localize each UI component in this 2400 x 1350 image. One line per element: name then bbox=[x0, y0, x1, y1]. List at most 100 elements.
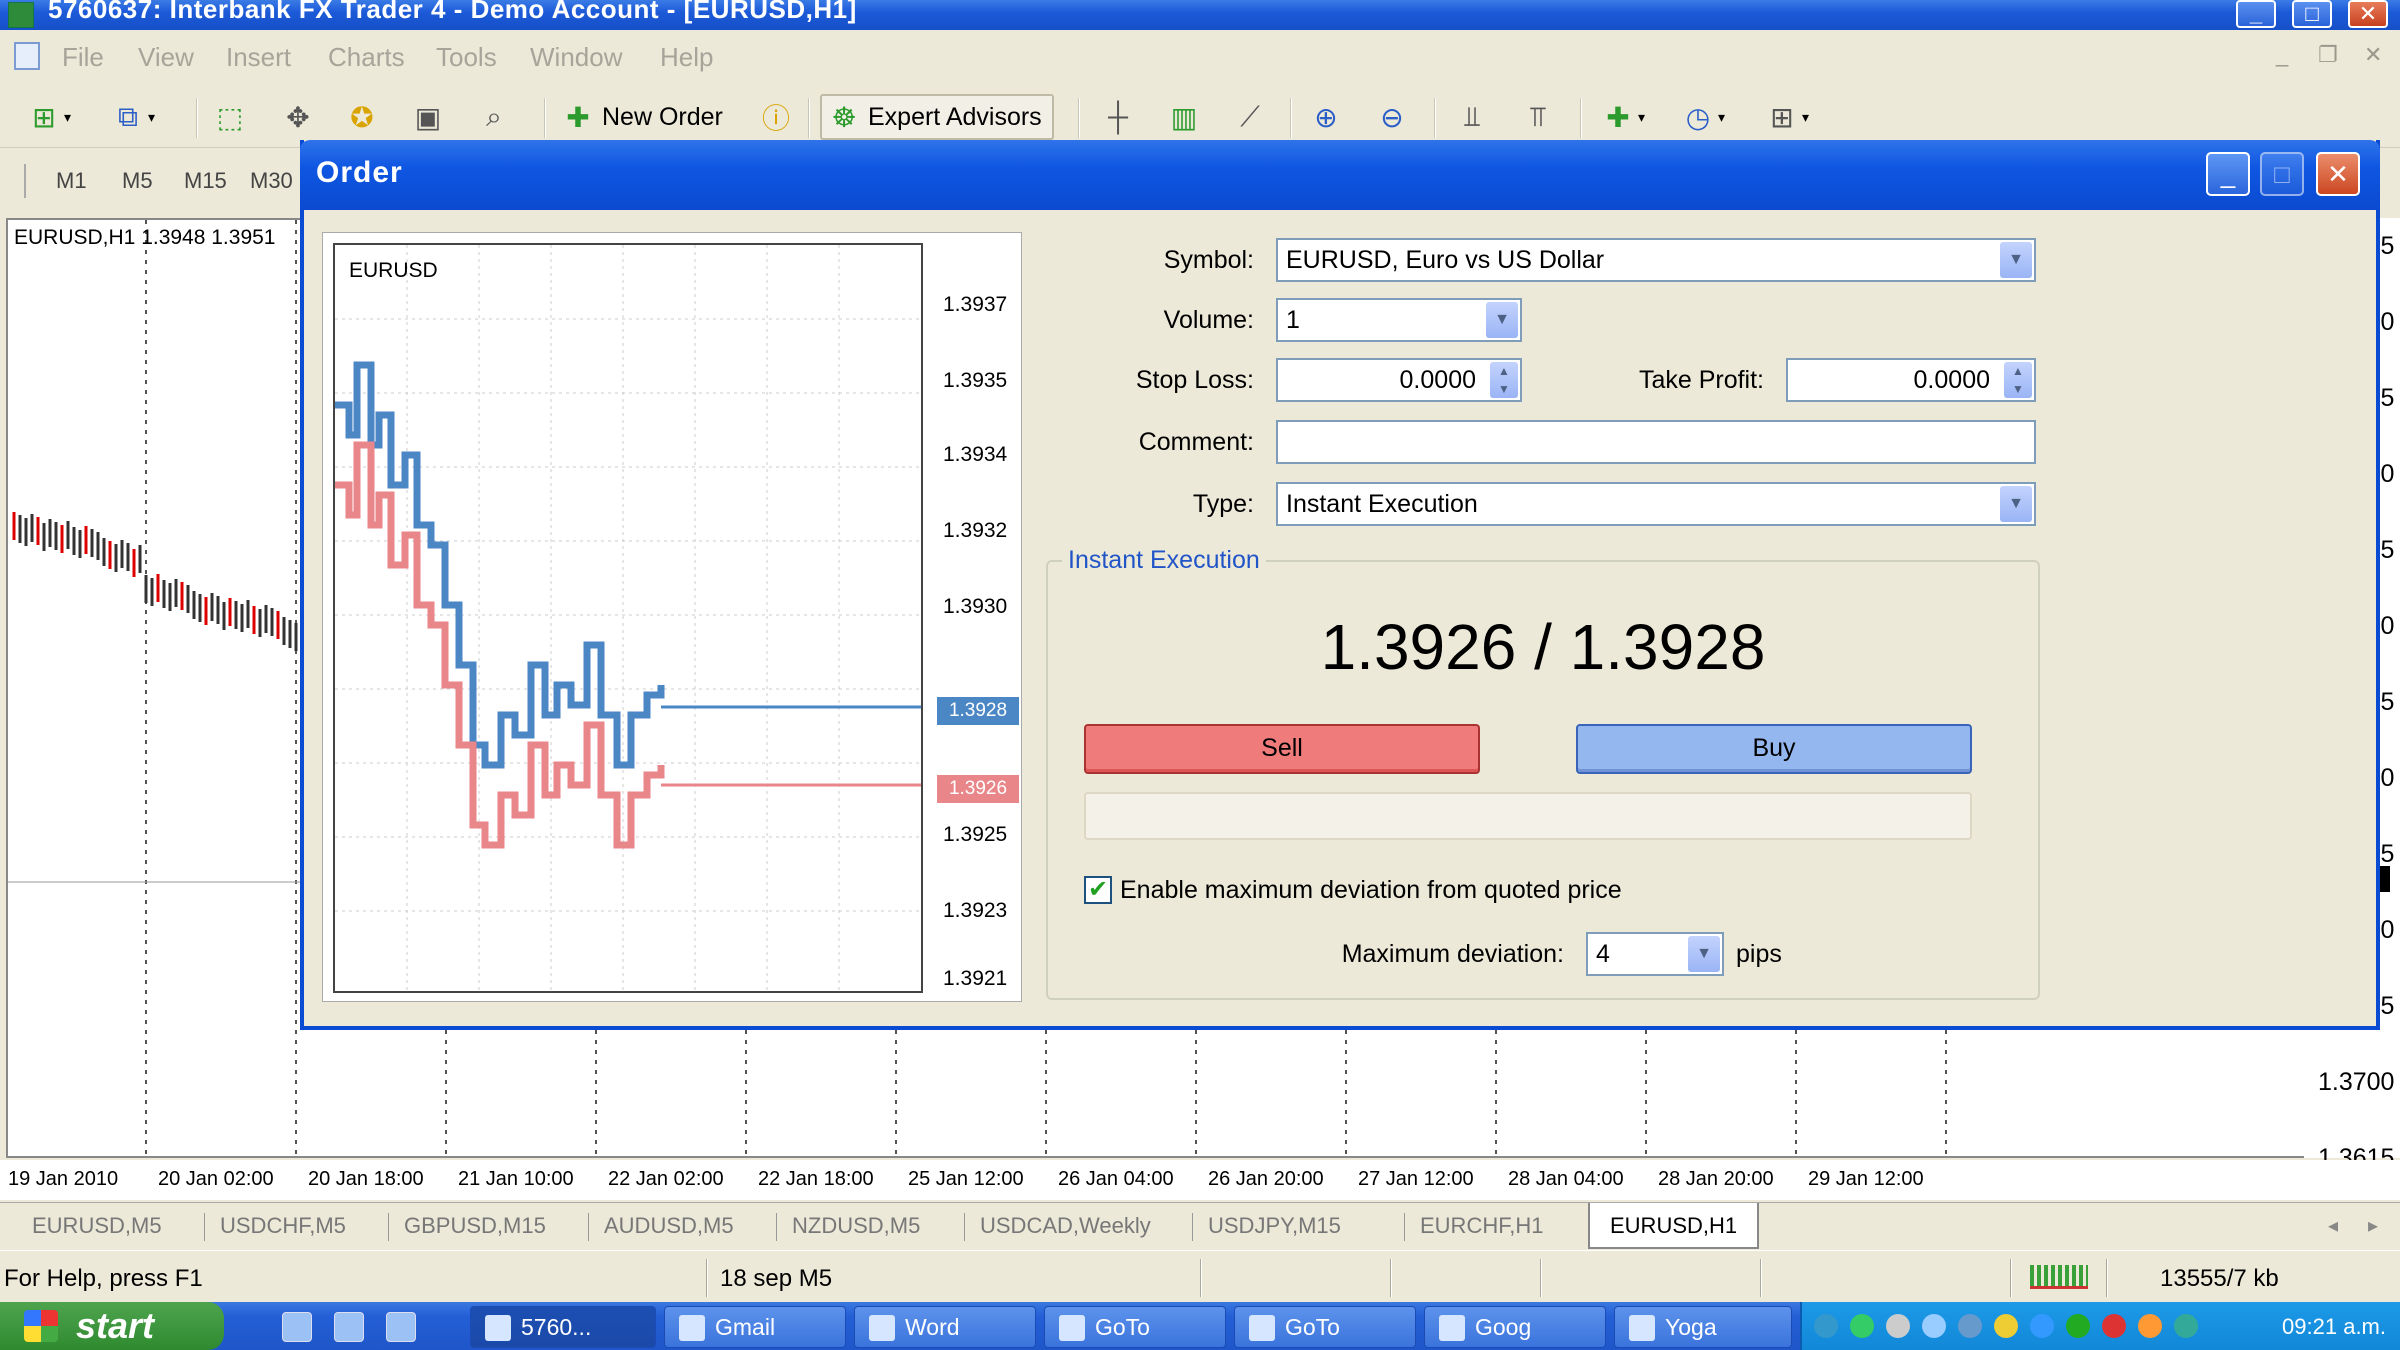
task-gmail[interactable]: Gmail bbox=[664, 1306, 846, 1348]
tray-update-icon[interactable] bbox=[2066, 1314, 2090, 1338]
chart-tab[interactable]: EURUSD,M5 bbox=[32, 1213, 162, 1239]
time-axis-label: 22 Jan 18:00 bbox=[758, 1168, 874, 1190]
order-dialog-title: Order bbox=[316, 156, 403, 189]
task-yoga[interactable]: Yoga bbox=[1614, 1306, 1792, 1348]
mdi-minimize-icon[interactable]: _ bbox=[2276, 42, 2288, 68]
indicators-icon: ✚ bbox=[1606, 101, 1630, 133]
tray-network-icon[interactable] bbox=[1814, 1314, 1838, 1338]
ask-tick-line bbox=[335, 361, 665, 769]
buy-button[interactable]: Buy bbox=[1576, 724, 1972, 774]
start-button[interactable]: start bbox=[0, 1302, 224, 1350]
chevron-down-icon[interactable]: ▼ bbox=[1688, 936, 1720, 972]
stop-loss-spinner[interactable]: ▲ ▼ bbox=[1490, 362, 1518, 398]
menu-tools[interactable]: Tools bbox=[436, 42, 497, 73]
chart-tab[interactable]: USDJPY,M15 bbox=[1208, 1213, 1341, 1239]
zoom-in-button[interactable]: ⊕ bbox=[1308, 94, 1344, 140]
tray-bluetooth-icon[interactable] bbox=[2030, 1314, 2054, 1338]
chevron-down-icon[interactable]: ▼ bbox=[1486, 302, 1518, 338]
chevron-down-icon[interactable]: ▼ bbox=[2000, 242, 2032, 278]
navigator-button[interactable]: ✪ bbox=[344, 94, 380, 140]
close-button[interactable]: ✕ bbox=[2348, 0, 2388, 28]
menu-view[interactable]: View bbox=[138, 42, 194, 73]
menu-charts[interactable]: Charts bbox=[328, 42, 405, 73]
period-m1[interactable]: M1 bbox=[56, 168, 87, 194]
app-icon bbox=[8, 2, 34, 28]
max-deviation-select[interactable]: 4 ▼ bbox=[1586, 932, 1724, 976]
tray-messenger-icon[interactable] bbox=[2138, 1314, 2162, 1338]
volume-combobox[interactable]: 1 ▼ bbox=[1276, 298, 1522, 342]
metaeditor-button[interactable]: ⓘ bbox=[758, 94, 794, 140]
line-chart-button[interactable]: ⟋ bbox=[1232, 94, 1268, 140]
tray-battery-icon[interactable] bbox=[2174, 1314, 2198, 1338]
chart-tab[interactable]: EURCHF,H1 bbox=[1420, 1213, 1543, 1239]
chevron-down-icon[interactable]: ▼ bbox=[2000, 486, 2032, 522]
zoom-out-button[interactable]: ⊖ bbox=[1374, 94, 1410, 140]
order-dialog-title-bar[interactable]: Order _ □ ✕ bbox=[300, 140, 2380, 210]
period-m30[interactable]: M30 bbox=[250, 168, 293, 194]
profiles-button[interactable]: ⧉ ▾ bbox=[110, 94, 155, 140]
minimize-button[interactable]: _ bbox=[2236, 0, 2276, 28]
menu-help[interactable]: Help bbox=[660, 42, 713, 73]
tray-user-icon[interactable] bbox=[1886, 1314, 1910, 1338]
menu-window[interactable]: Window bbox=[530, 42, 622, 73]
chart-tab[interactable]: USDCHF,M5 bbox=[220, 1213, 346, 1239]
tab-scroll-left-icon[interactable]: ◂ bbox=[2328, 1213, 2338, 1238]
task-goto-1[interactable]: GoTo bbox=[1044, 1306, 1226, 1348]
time-axis-label: 27 Jan 12:00 bbox=[1358, 1168, 1474, 1190]
mdi-restore-icon[interactable]: ❐ bbox=[2318, 42, 2338, 68]
tray-antivirus-icon[interactable] bbox=[2102, 1314, 2126, 1338]
max-deviation-checkbox[interactable]: ✔ bbox=[1084, 876, 1112, 904]
system-tray: 09:21 a.m. bbox=[1800, 1302, 2400, 1350]
dialog-minimize-button[interactable]: _ bbox=[2206, 152, 2250, 196]
templates-button[interactable]: ⊞ ▾ bbox=[1764, 94, 1809, 140]
task-word[interactable]: Word bbox=[854, 1306, 1036, 1348]
tray-snow-icon[interactable] bbox=[1922, 1314, 1946, 1338]
new-order-button[interactable]: ✚ New Order bbox=[560, 94, 723, 140]
strategy-tester-button[interactable]: ⌕ bbox=[476, 94, 512, 140]
task-google[interactable]: Goog bbox=[1424, 1306, 1606, 1348]
tray-shield-icon[interactable] bbox=[1850, 1314, 1874, 1338]
terminal-button[interactable]: ▣ bbox=[410, 94, 446, 140]
symbol-select[interactable]: EURUSD, Euro vs US Dollar ▼ bbox=[1276, 238, 2036, 282]
comment-input[interactable] bbox=[1276, 420, 2036, 464]
chart-tab[interactable]: GBPUSD,M15 bbox=[404, 1213, 546, 1239]
menu-file[interactable]: File bbox=[62, 42, 104, 73]
tray-folder-icon[interactable] bbox=[1994, 1314, 2018, 1338]
candlesticks-button[interactable]: ▥ bbox=[1166, 94, 1202, 140]
dialog-close-button[interactable]: ✕ bbox=[2316, 152, 2360, 196]
bar-chart-button[interactable]: ┼ bbox=[1100, 94, 1136, 140]
chart-tab[interactable]: EURUSD,H1 bbox=[1588, 1203, 1760, 1249]
sell-button[interactable]: Sell bbox=[1084, 724, 1480, 774]
maximize-button[interactable]: □ bbox=[2292, 0, 2332, 28]
quicklaunch-desktop-icon[interactable] bbox=[334, 1312, 364, 1342]
task-goto-2[interactable]: GoTo bbox=[1234, 1306, 1416, 1348]
new-chart-button[interactable]: ⊞ ▾ bbox=[26, 94, 71, 140]
expert-advisors-button[interactable]: ☸ Expert Advisors bbox=[820, 94, 1054, 140]
quicklaunch-browser-icon[interactable] bbox=[282, 1312, 312, 1342]
chart-tab[interactable]: USDCAD,Weekly bbox=[980, 1213, 1151, 1239]
stop-loss-input[interactable]: 0.0000 ▲ ▼ bbox=[1276, 358, 1522, 402]
order-type-select[interactable]: Instant Execution ▼ bbox=[1276, 482, 2036, 526]
tick-price-label: 1.3930 bbox=[943, 595, 1008, 618]
tick-price-label: 1.3925 bbox=[943, 823, 1008, 846]
menu-insert[interactable]: Insert bbox=[226, 42, 291, 73]
periods-button[interactable]: ◷ ▾ bbox=[1680, 94, 1725, 140]
period-m15[interactable]: M15 bbox=[184, 168, 227, 194]
chart-tab[interactable]: AUDUSD,M5 bbox=[604, 1213, 734, 1239]
indicators-button[interactable]: ✚ ▾ bbox=[1600, 94, 1645, 140]
tray-speaker-icon[interactable] bbox=[1958, 1314, 1982, 1338]
quicklaunch-media-icon[interactable] bbox=[386, 1312, 416, 1342]
task-mt4[interactable]: 5760... bbox=[470, 1306, 656, 1348]
max-deviation-checkbox-label[interactable]: Enable maximum deviation from quoted pri… bbox=[1120, 876, 1622, 905]
period-m5[interactable]: M5 bbox=[122, 168, 153, 194]
tab-scroll-right-icon[interactable]: ▸ bbox=[2368, 1213, 2378, 1238]
take-profit-spinner[interactable]: ▲ ▼ bbox=[2004, 362, 2032, 398]
mdi-close-icon[interactable]: ✕ bbox=[2364, 42, 2382, 68]
chart-tab[interactable]: NZDUSD,M5 bbox=[792, 1213, 920, 1239]
take-profit-input[interactable]: 0.0000 ▲ ▼ bbox=[1786, 358, 2036, 402]
auto-scroll-button[interactable]: ⫫ bbox=[1454, 94, 1490, 140]
chart-shift-button[interactable]: ⫪ bbox=[1520, 94, 1556, 140]
time-axis-label: 28 Jan 20:00 bbox=[1658, 1168, 1774, 1190]
market-watch-button[interactable]: ⬚ bbox=[212, 94, 248, 140]
data-window-button[interactable]: ✥ bbox=[280, 94, 316, 140]
